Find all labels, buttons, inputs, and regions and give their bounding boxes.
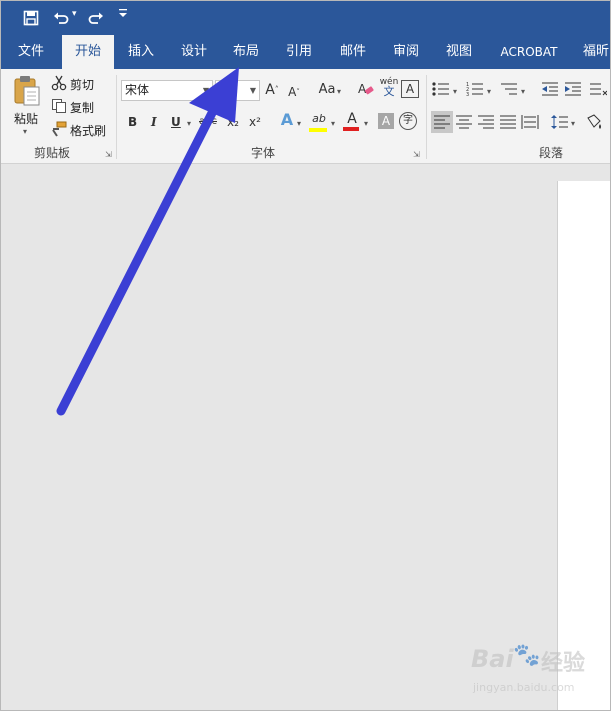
watermark-brand: Bai [471, 645, 514, 673]
annotation-arrow [56, 67, 239, 416]
baidu-watermark: Bai 🐾 经验 jingyan.baidu.com [469, 641, 609, 703]
paw-icon: 🐾 [513, 643, 541, 668]
word-window: ▾ 文件 开始 插入 设计 布局 引用 邮件 审阅 视图 ACROBAT 福昕 [0, 0, 611, 711]
watermark-url: jingyan.baidu.com [473, 681, 575, 694]
watermark-brand-2: 经验 [541, 651, 586, 676]
